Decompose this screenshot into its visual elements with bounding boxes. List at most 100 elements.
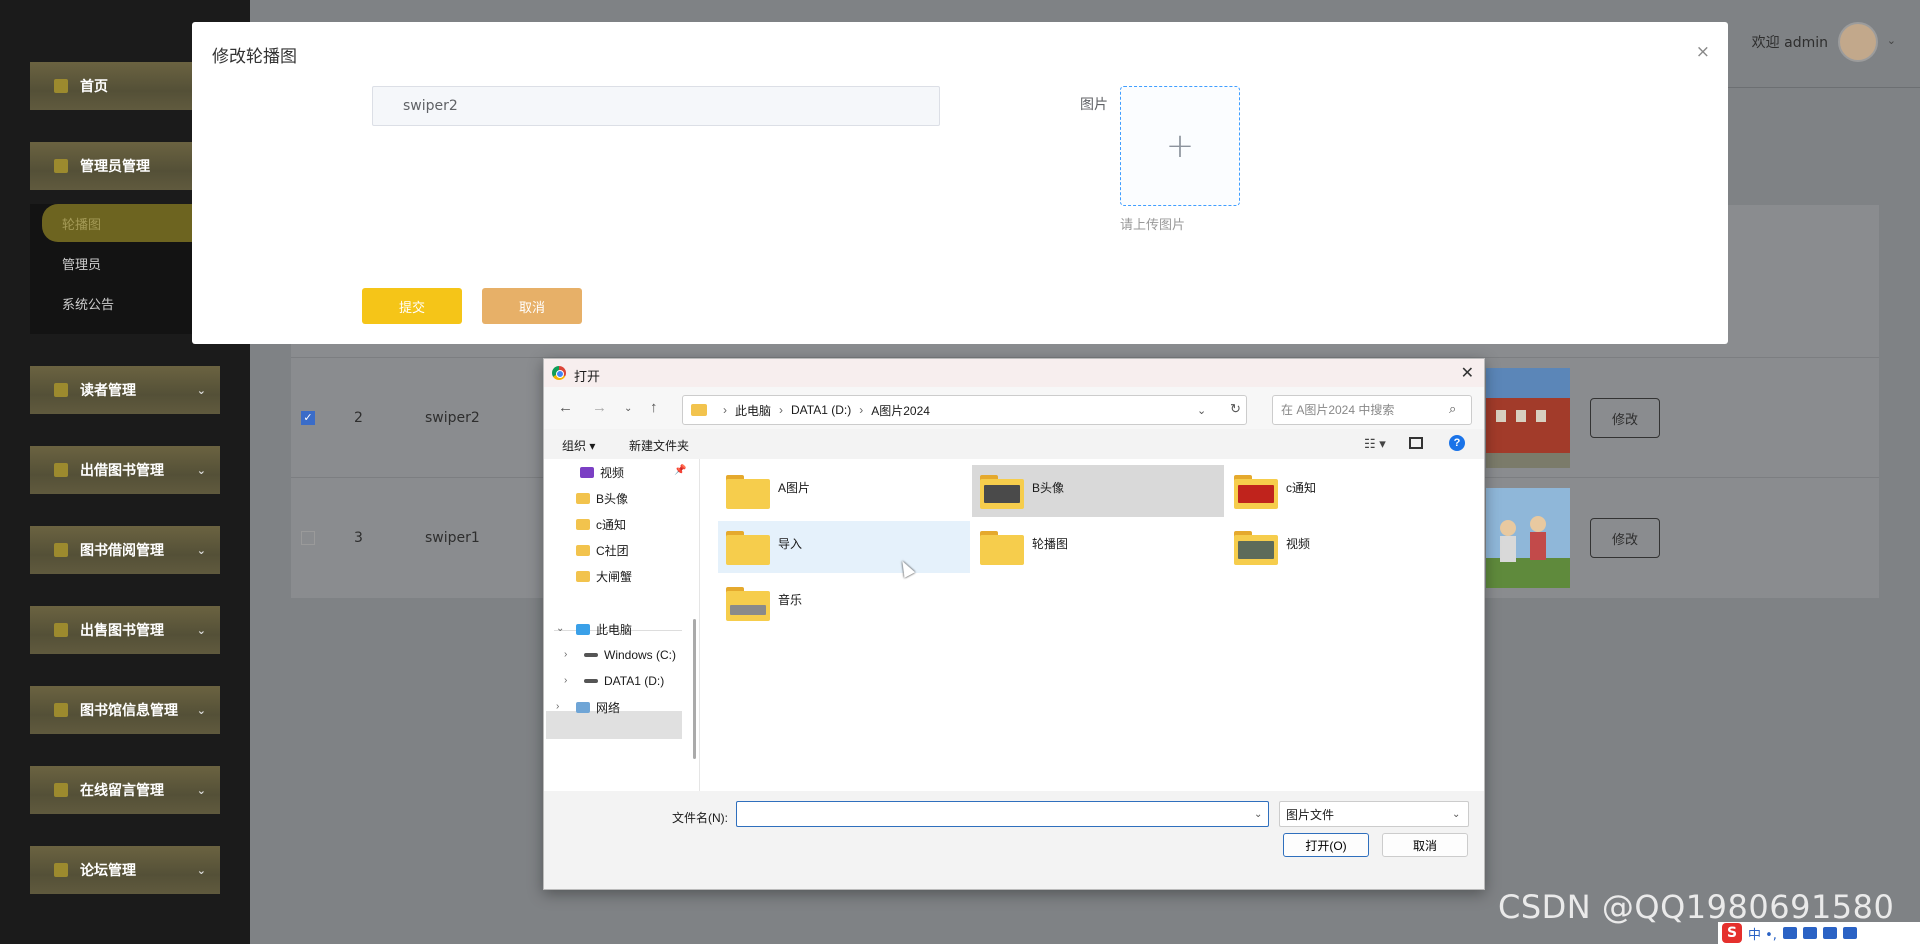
up-arrow-icon[interactable]: ↑: [650, 399, 658, 416]
close-icon[interactable]: ✕: [1461, 363, 1474, 383]
image-upload-area[interactable]: +: [1120, 86, 1240, 206]
search-input[interactable]: [1272, 395, 1472, 425]
chevron-right-icon[interactable]: ›: [564, 675, 567, 686]
address-bar[interactable]: › 此电脑 › DATA1 (D:) › A图片2024: [682, 395, 1247, 425]
row-checkbox[interactable]: [301, 531, 315, 545]
scrollbar[interactable]: [693, 619, 696, 759]
recent-dropdown-icon[interactable]: ⌄: [624, 403, 632, 414]
row-checkbox[interactable]: ✓: [301, 411, 315, 425]
folder-item[interactable]: B头像: [972, 465, 1224, 517]
nav-item-folder[interactable]: C社团: [576, 537, 629, 563]
edit-button[interactable]: 修改: [1590, 518, 1660, 558]
folder-name: c通知: [1286, 481, 1317, 495]
dialog-cancel-button[interactable]: 取消: [1382, 833, 1468, 857]
toolbox-icon[interactable]: [1842, 927, 1857, 939]
skin-icon[interactable]: [1822, 927, 1837, 939]
folder-item[interactable]: 视频: [1226, 521, 1478, 573]
dialog-titlebar[interactable]: 打开 ✕: [544, 359, 1484, 387]
folder-item[interactable]: 音乐: [718, 577, 970, 629]
folder-icon: [576, 544, 590, 556]
network-icon: [576, 701, 590, 713]
search-icon[interactable]: ⌕: [1449, 401, 1456, 417]
view-options-icon[interactable]: ☷ ▾: [1364, 436, 1386, 452]
navigation-pane: 视频 📌 B头像 c通知 C社团 大闸蟹 ⌄ 此电脑 › Windows (C:…: [544, 459, 700, 791]
row-index: 3: [354, 530, 363, 546]
chevron-right-icon[interactable]: ›: [564, 649, 567, 660]
file-open-dialog: 打开 ✕ ← → ⌄ ↑ › 此电脑 › DATA1 (D:) › A图片202…: [543, 358, 1485, 890]
keyboard-icon[interactable]: [1802, 927, 1817, 939]
plus-icon: +: [1165, 126, 1195, 166]
back-arrow-icon[interactable]: ←: [558, 399, 573, 416]
pin-icon[interactable]: 📌: [674, 465, 686, 476]
ime-mode[interactable]: 中 •,: [1748, 924, 1777, 943]
folder-item[interactable]: c通知: [1226, 465, 1478, 517]
menu-item-sell-books[interactable]: 出售图书管理 ⌄: [30, 606, 220, 654]
breadcrumb-item[interactable]: DATA1 (D:): [791, 403, 851, 417]
folder-item[interactable]: 导入: [718, 521, 970, 573]
close-icon[interactable]: ×: [1696, 42, 1710, 62]
nav-item-drive-c[interactable]: Windows (C:): [584, 642, 676, 668]
chevron-down-icon: ⌄: [196, 383, 206, 397]
swiper-thumbnail: [1486, 488, 1570, 588]
folder-item[interactable]: A图片: [718, 465, 970, 517]
menu-item-readers[interactable]: 读者管理 ⌄: [30, 366, 220, 414]
folder-icon: [980, 473, 1024, 509]
avatar-icon[interactable]: [1838, 22, 1878, 62]
message-icon: [54, 783, 68, 797]
command-bar: 组织 ▾ 新建文件夹 ☷ ▾ ?: [544, 429, 1484, 459]
nav-item-this-pc[interactable]: 此电脑: [576, 616, 632, 642]
menu-label: 出售图书管理: [80, 623, 164, 639]
reader-icon: [54, 383, 68, 397]
folder-icon: [576, 518, 590, 530]
filename-input[interactable]: [736, 801, 1269, 827]
menu-item-library-info[interactable]: 图书馆信息管理 ⌄: [30, 686, 220, 734]
filetype-select[interactable]: 图片文件: [1279, 801, 1469, 827]
nav-item-folder[interactable]: B头像: [576, 485, 628, 511]
new-folder-button[interactable]: 新建文件夹: [629, 437, 689, 454]
video-folder-icon: [580, 466, 594, 478]
submit-button[interactable]: 提交: [362, 288, 462, 324]
chevron-down-icon: ⌄: [196, 543, 206, 557]
help-icon[interactable]: ?: [1449, 435, 1465, 451]
chevron-right-icon[interactable]: ›: [556, 701, 559, 712]
menu-item-lend-books[interactable]: 出借图书管理 ⌄: [30, 446, 220, 494]
nav-item-drive-d[interactable]: DATA1 (D:): [584, 668, 664, 694]
nav-item-network[interactable]: 网络: [576, 694, 620, 720]
cancel-button[interactable]: 取消: [482, 288, 582, 324]
preview-pane-icon[interactable]: [1409, 437, 1423, 449]
swiper-thumbnail: [1486, 368, 1570, 468]
nav-item-folder[interactable]: 大闸蟹: [576, 563, 632, 589]
forward-arrow-icon[interactable]: →: [592, 399, 607, 416]
chevron-down-icon[interactable]: ⌄: [1254, 809, 1262, 820]
breadcrumb-item[interactable]: 此电脑: [735, 402, 771, 419]
refresh-icon[interactable]: ↻: [1230, 401, 1241, 417]
organize-button[interactable]: 组织 ▾: [562, 437, 595, 454]
open-button[interactable]: 打开(O): [1283, 833, 1369, 857]
nav-item-videos[interactable]: 视频: [580, 459, 624, 485]
menu-item-messages[interactable]: 在线留言管理 ⌄: [30, 766, 220, 814]
chevron-down-icon[interactable]: ⌄: [1887, 34, 1896, 47]
edit-button[interactable]: 修改: [1590, 398, 1660, 438]
library-icon: [54, 703, 68, 717]
menu-item-forum[interactable]: 论坛管理 ⌄: [30, 846, 220, 894]
folder-icon: [691, 404, 707, 416]
edit-swiper-modal: 修改轮播图 × *名称 图片 + 请上传图片 提交 取消: [192, 22, 1728, 344]
folder-name: 导入: [778, 537, 803, 551]
name-input[interactable]: [372, 86, 940, 126]
folder-item[interactable]: 轮播图: [972, 521, 1224, 573]
menu-label: 图书借阅管理: [80, 543, 164, 559]
submenu-label: 系统公告: [62, 297, 115, 313]
menu-label: 在线留言管理: [80, 783, 164, 799]
nav-item-label: 视频: [600, 465, 625, 480]
mic-icon[interactable]: [1782, 927, 1797, 939]
chevron-down-icon[interactable]: ⌄: [1452, 809, 1460, 820]
chevron-down-icon[interactable]: ⌄: [556, 623, 564, 634]
nav-item-folder[interactable]: c通知: [576, 511, 626, 537]
breadcrumb-item[interactable]: A图片2024: [871, 402, 930, 419]
file-list: A图片 B头像 c通知 导入 轮播图 视频 音乐: [700, 459, 1484, 791]
menu-item-borrow[interactable]: 图书借阅管理 ⌄: [30, 526, 220, 574]
chevron-down-icon: ⌄: [196, 703, 206, 717]
upload-hint: 请上传图片: [1120, 218, 1186, 233]
sogou-ime-icon[interactable]: S: [1722, 923, 1742, 943]
chevron-down-icon[interactable]: ⌄: [1197, 404, 1206, 417]
